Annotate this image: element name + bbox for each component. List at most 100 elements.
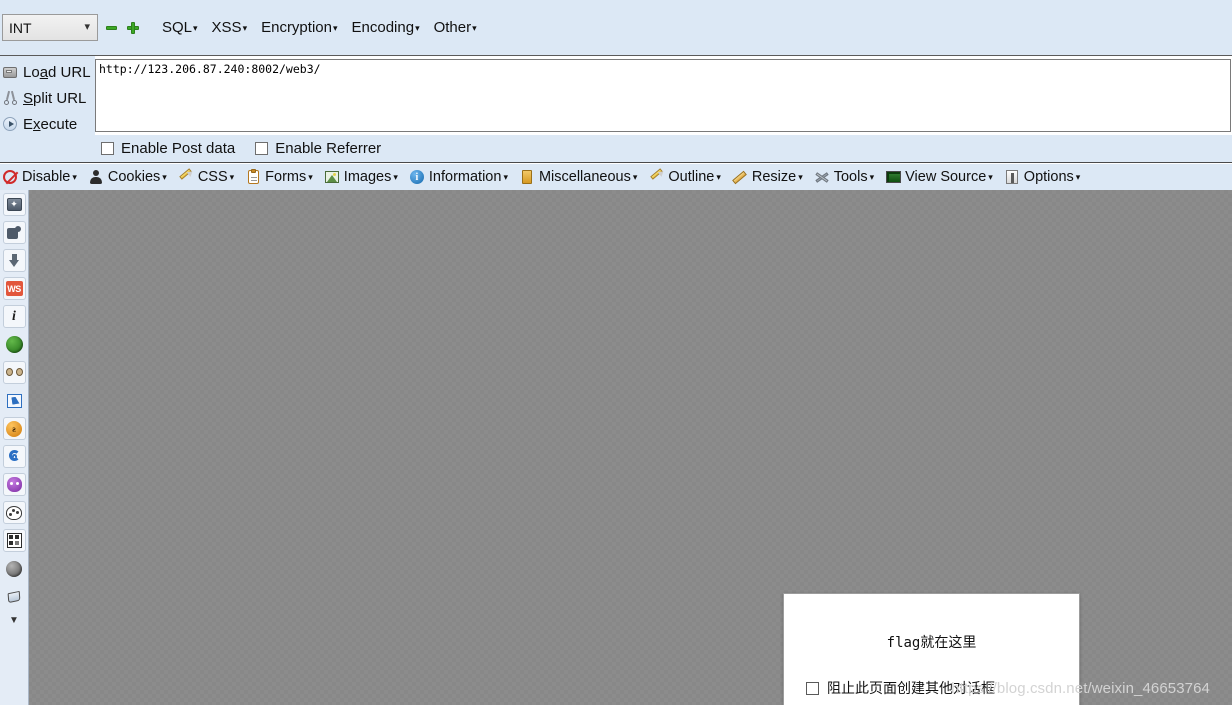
execute-icon: [1, 117, 19, 131]
webdev-menu-forms[interactable]: Forms ▾: [245, 169, 313, 185]
webdev-menu-view-source-label: View Source: [905, 169, 987, 185]
hackbar-top-row: INT ▾ SQL▾ XSS▾ Encryption▾ Encoding▾ Ot…: [0, 0, 1232, 56]
webdev-menu-outline[interactable]: Outline ▾: [648, 169, 720, 185]
paint-bucket-icon[interactable]: [3, 585, 26, 608]
webdev-menu-cookies-label: Cookies: [107, 169, 161, 185]
webdev-menu-css[interactable]: CSS ▾: [178, 169, 234, 185]
cookies-icon: [88, 169, 104, 185]
browser-window: INT ▾ SQL▾ XSS▾ Encryption▾ Encoding▾ Ot…: [0, 0, 1232, 705]
images-icon: [324, 169, 340, 185]
strip-overflow-button[interactable]: ▼: [3, 614, 26, 628]
hackbar-menu-encoding-label: Encoding: [351, 19, 415, 36]
enable-post-data-label: Enable Post data: [121, 140, 236, 157]
hackbar-menu-xss[interactable]: XSS▾: [212, 19, 248, 36]
gray-globe-icon[interactable]: [3, 557, 26, 580]
execute-label: Execute: [23, 115, 78, 133]
hackbar-menu-xss-label: XSS: [211, 19, 242, 36]
puzzle-piece-icon[interactable]: [2, 221, 26, 244]
options-icon: [1004, 169, 1020, 185]
hackbar-increment-button[interactable]: [124, 18, 142, 38]
enable-referrer-checkbox[interactable]: Enable Referrer: [255, 140, 381, 157]
css-pencil-icon: [178, 169, 194, 185]
view-source-icon: [885, 169, 901, 185]
hackbar-menu-bar: SQL▾ XSS▾ Encryption▾ Encoding▾ Other▾: [148, 19, 477, 36]
caret-down-icon: ▾: [1075, 171, 1081, 182]
webdev-menu-miscellaneous-label: Miscellaneous: [538, 169, 631, 185]
hackbar-menu-other-label: Other: [433, 19, 472, 36]
ws-label: WS: [5, 281, 23, 296]
checkbox-box-icon: [101, 142, 114, 155]
caret-down-icon: ▾: [798, 171, 803, 182]
minus-icon: [105, 25, 117, 30]
ws-wappalyzer-icon[interactable]: WS: [2, 277, 26, 300]
enable-referrer-label: Enable Referrer: [275, 140, 382, 157]
hackbar-menu-encryption-label: Encryption: [261, 19, 332, 36]
hackbar-options-row: Enable Post data Enable Referrer: [0, 135, 1232, 163]
webdev-menu-cookies[interactable]: Cookies ▾: [88, 169, 167, 185]
load-url-button[interactable]: Load URL: [0, 59, 95, 85]
grid-layout-icon[interactable]: [2, 529, 26, 552]
resize-ruler-icon: [732, 169, 748, 185]
caret-down-icon: ▾: [988, 171, 993, 182]
webdev-menu-resize[interactable]: Resize ▾: [732, 169, 803, 185]
hackbar-type-select-value: INT: [9, 19, 32, 36]
webdev-menu-disable[interactable]: Disable ▾: [2, 169, 77, 185]
hackbar-menu-encryption[interactable]: Encryption▾: [261, 19, 337, 36]
webdev-menu-resize-label: Resize: [751, 169, 797, 185]
disable-icon: [2, 169, 18, 185]
hackbar-type-select[interactable]: INT ▾: [2, 14, 98, 41]
webdev-menu-information-label: Information: [428, 169, 502, 185]
webdev-menu-outline-label: Outline: [668, 169, 715, 185]
star-badge-icon[interactable]: ✦: [2, 193, 26, 216]
glasses-icon[interactable]: [2, 361, 26, 384]
split-url-button[interactable]: Split URL: [0, 85, 95, 111]
chevron-down-icon: ▾: [84, 20, 90, 33]
webdev-menu-tools[interactable]: Tools ▾: [814, 169, 874, 185]
caret-down-icon: ▾: [716, 171, 721, 182]
orange-badge-label: ƨ: [6, 420, 22, 437]
caret-down-icon: ▾: [308, 171, 313, 182]
webdev-menu-tools-label: Tools: [833, 169, 868, 185]
webdev-menu-view-source[interactable]: View Source ▾: [885, 169, 993, 185]
forms-clipboard-icon: [245, 169, 261, 185]
checkbox-box-icon: [255, 142, 269, 155]
caret-down-icon: ▾: [229, 171, 235, 182]
blog-watermark: https://blog.csdn.net/weixin_46653764: [951, 680, 1210, 697]
split-url-icon: [1, 91, 19, 105]
enable-post-data-checkbox[interactable]: Enable Post data: [101, 140, 235, 157]
web-developer-toolbar: Disable ▾ Cookies ▾ CSS ▾ Forms ▾ Images…: [0, 164, 1232, 190]
webdev-menu-miscellaneous[interactable]: Miscellaneous ▾: [519, 169, 637, 185]
orange-badge-icon[interactable]: ƨ: [2, 417, 26, 440]
hackbar-menu-other[interactable]: Other▾: [434, 19, 477, 36]
caret-down-icon: ▾: [415, 22, 420, 33]
hackbar-menu-sql-label: SQL: [162, 19, 193, 36]
webdev-menu-css-label: CSS: [197, 169, 228, 185]
url-input[interactable]: [95, 59, 1231, 132]
blue-spiral-icon[interactable]: [2, 445, 26, 468]
webdev-menu-options[interactable]: Options ▾: [1004, 169, 1081, 185]
purple-virus-icon[interactable]: [2, 473, 26, 496]
addon-icon-strip: ✦ WS i ƨ ▼: [0, 190, 29, 705]
hackbar-url-container: [95, 56, 1232, 135]
green-globe-icon[interactable]: [3, 333, 26, 356]
download-arrow-icon[interactable]: [2, 249, 26, 272]
webdev-menu-information[interactable]: i Information ▾: [409, 169, 508, 185]
plus-icon: [127, 21, 139, 34]
split-url-label: Split URL: [23, 89, 87, 107]
caret-down-icon: ▾: [503, 171, 508, 182]
load-url-icon: [1, 66, 19, 78]
dialog-message: flag就在这里: [886, 635, 977, 651]
page-viewport: ✦ WS i ƨ ▼ flag就在这里 阻止此页面创建其他对话框 https:/…: [0, 190, 1232, 705]
webdev-menu-images-label: Images: [343, 169, 392, 185]
hackbar-menu-sql[interactable]: SQL▾: [162, 19, 198, 36]
hackbar-decrement-button[interactable]: [102, 18, 120, 38]
info-italic-icon[interactable]: i: [2, 305, 26, 328]
hackbar-url-row: Load URL Split URL Execute: [0, 56, 1232, 135]
webdev-menu-images[interactable]: Images ▾: [324, 169, 398, 185]
hackbar-menu-encoding[interactable]: Encoding▾: [352, 19, 420, 36]
select-cursor-icon[interactable]: [3, 389, 26, 412]
information-icon: i: [409, 169, 425, 185]
palette-cookie-icon[interactable]: [2, 501, 26, 524]
caret-down-icon: ▾: [193, 22, 198, 33]
execute-button[interactable]: Execute: [0, 111, 95, 137]
